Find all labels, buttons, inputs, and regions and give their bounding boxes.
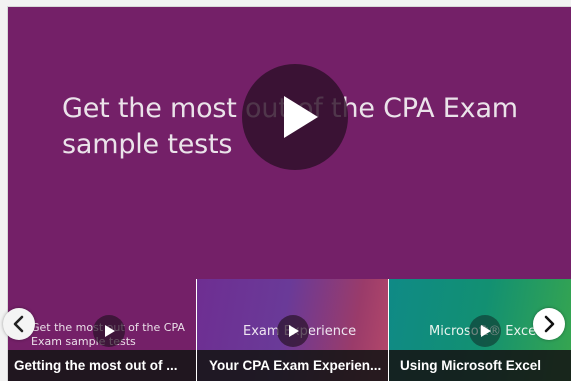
chevron-right-icon — [544, 315, 555, 333]
chevron-left-icon — [13, 315, 24, 333]
play-icon — [481, 325, 491, 337]
thumbnail-play-button[interactable] — [93, 315, 125, 347]
playlist-item[interactable]: Get the most out of the CPA Exam sample … — [8, 279, 196, 381]
playlist-item[interactable]: Exam Experience Your CPA Exam Experien..… — [197, 279, 388, 381]
play-icon — [284, 96, 318, 138]
playlist-item-title: Your CPA Exam Experien... — [197, 350, 388, 381]
video-player-frame: Get the most out of the CPA Exam sample … — [7, 6, 571, 381]
main-video[interactable]: Get the most out of the CPA Exam sample … — [8, 7, 571, 279]
playlist-item-title: Using Microsoft Excel — [389, 350, 571, 381]
playlist-strip: Get the most out of the CPA Exam sample … — [8, 279, 571, 381]
play-icon — [105, 325, 115, 337]
thumbnail-play-button[interactable] — [277, 315, 309, 347]
thumbnail-play-button[interactable] — [469, 315, 501, 347]
play-button[interactable] — [242, 64, 348, 170]
play-icon — [289, 325, 299, 337]
next-button[interactable] — [533, 308, 565, 340]
previous-button[interactable] — [3, 308, 35, 340]
playlist-item-title: Getting the most out of ... — [8, 350, 196, 381]
